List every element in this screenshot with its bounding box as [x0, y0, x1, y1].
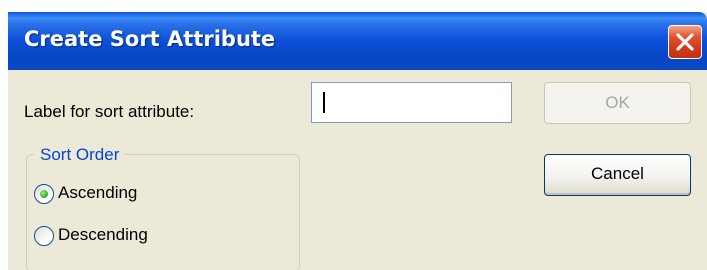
sort-attribute-label-input[interactable] [311, 82, 512, 123]
ascending-radio-label[interactable]: Ascending [58, 183, 137, 203]
ok-button[interactable]: OK [544, 82, 691, 124]
close-button[interactable] [668, 25, 702, 59]
title-bar[interactable]: Create Sort Attribute [8, 12, 707, 70]
radio-selected-dot [40, 190, 48, 198]
descending-radio-label[interactable]: Descending [58, 225, 148, 245]
radio-button-circle[interactable] [34, 226, 54, 246]
radio-button-circle[interactable] [34, 184, 54, 204]
text-caret [323, 92, 325, 113]
dialog-title: Create Sort Attribute [24, 27, 276, 51]
close-icon [676, 33, 694, 51]
cancel-button[interactable]: Cancel [544, 154, 691, 196]
create-sort-attribute-dialog: Create Sort Attribute Label for sort att… [8, 12, 707, 270]
sort-order-group [26, 154, 300, 270]
sort-order-legend: Sort Order [34, 145, 126, 165]
sort-attribute-label: Label for sort attribute: [24, 102, 195, 121]
